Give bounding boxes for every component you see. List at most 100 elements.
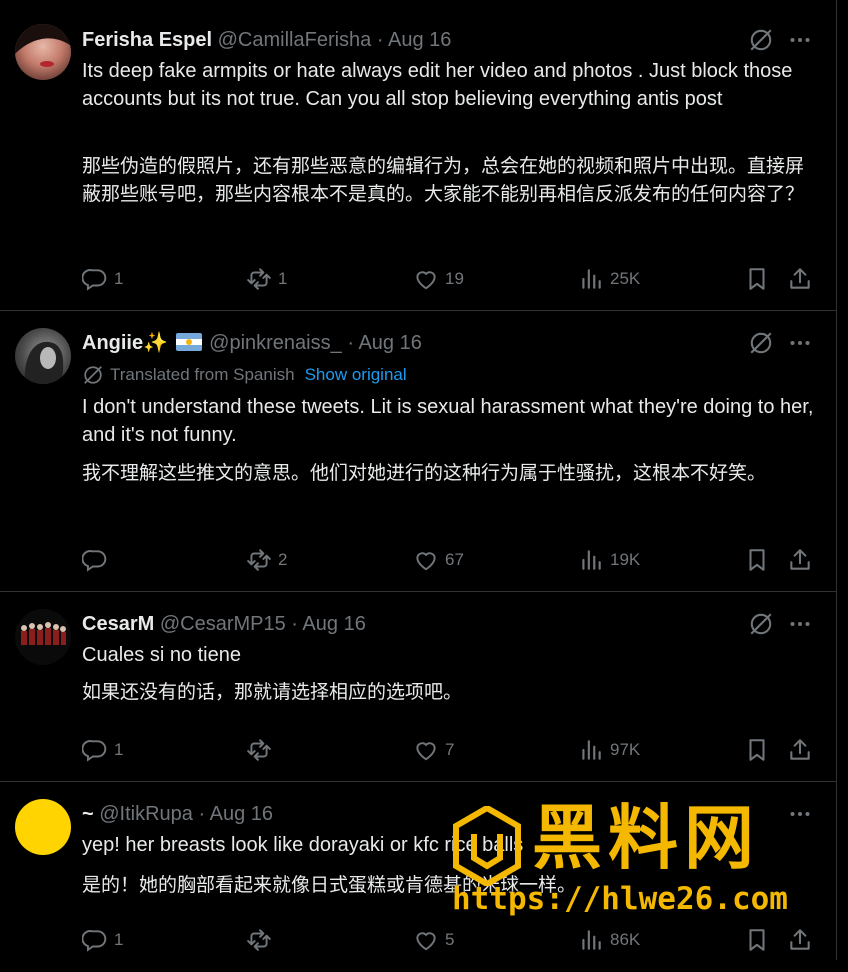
share-button[interactable] — [787, 735, 813, 765]
grok-icon[interactable] — [748, 611, 774, 637]
tweet-header: Angiie✨ @pinkrenaiss_ · Aug 16 — [82, 331, 422, 355]
show-original-link[interactable]: Show original — [305, 365, 407, 385]
reply-button[interactable]: 1 — [82, 264, 123, 294]
views-button[interactable]: 86K — [578, 925, 640, 955]
tweet-actions: 2 67 19K — [82, 545, 812, 575]
reply-icon — [82, 927, 108, 953]
display-name[interactable]: Angiie — [82, 332, 143, 354]
repost-icon — [246, 737, 272, 763]
like-button[interactable]: 19 — [413, 264, 464, 294]
user-handle[interactable]: @ItikRupa — [99, 803, 193, 825]
avatar[interactable] — [15, 24, 71, 80]
display-name[interactable]: Ferisha Espel — [82, 29, 212, 51]
grok-icon[interactable] — [748, 330, 774, 356]
tweet-actions: 1 1 19 25K — [82, 264, 812, 294]
post-date[interactable]: Aug 16 — [388, 29, 451, 51]
reply-icon — [82, 737, 108, 763]
separator-dot: · — [291, 613, 298, 635]
reply-count: 1 — [114, 930, 124, 949]
more-options-icon[interactable] — [788, 331, 812, 355]
repost-button[interactable] — [246, 925, 278, 955]
bar-chart-icon — [578, 927, 604, 953]
watermark: 黑料网 https://hlwe26.com — [452, 797, 812, 925]
separator-dot: · — [347, 332, 354, 354]
reply-button[interactable]: 1 — [82, 925, 123, 955]
repost-button[interactable]: 1 — [246, 264, 287, 294]
user-handle[interactable]: @CesarMP15 — [160, 613, 286, 635]
tweet-header: CesarM @CesarMP15 · Aug 16 — [82, 612, 366, 636]
view-count: 86K — [610, 930, 641, 949]
post-date[interactable]: Aug 16 — [358, 332, 421, 354]
repost-icon — [246, 927, 272, 953]
translated-label: Translated from Spanish — [110, 365, 295, 384]
tweet-text: I don't understand these tweets. Lit is … — [82, 396, 814, 446]
views-button[interactable]: 97K — [578, 735, 640, 765]
watermark-logo-icon — [453, 806, 521, 886]
more-options-icon[interactable] — [788, 612, 812, 636]
like-button[interactable]: 5 — [413, 925, 454, 955]
like-count: 7 — [445, 740, 455, 759]
translate-icon — [82, 364, 104, 386]
repost-button[interactable]: 2 — [246, 545, 287, 575]
bar-chart-icon — [578, 547, 604, 573]
display-name[interactable]: CesarM — [82, 613, 154, 635]
avatar[interactable] — [15, 328, 71, 384]
bookmark-icon — [744, 547, 770, 573]
share-button[interactable] — [787, 264, 813, 294]
bookmark-button[interactable] — [744, 735, 770, 765]
repost-button[interactable] — [246, 735, 278, 765]
repost-icon — [246, 266, 272, 292]
share-icon — [787, 547, 813, 573]
views-button[interactable]: 25K — [578, 264, 640, 294]
watermark-url: https://hlwe26.com — [452, 881, 788, 917]
bookmark-icon — [744, 737, 770, 763]
share-button[interactable] — [787, 545, 813, 575]
repost-count: 1 — [278, 269, 288, 288]
heart-icon — [413, 737, 439, 763]
tweet-text: Cuales si no tiene — [82, 644, 241, 666]
tweet-translation-text: 那些伪造的假照片，还有那些恶意的编辑行为，总会在她的视频和照片中出现。直接屏蔽那… — [82, 155, 805, 205]
bookmark-icon — [744, 927, 770, 953]
bookmark-icon — [744, 266, 770, 292]
like-button[interactable]: 67 — [413, 545, 464, 575]
reply-button[interactable] — [82, 545, 114, 575]
share-icon — [787, 927, 813, 953]
bar-chart-icon — [578, 266, 604, 292]
reply-count: 1 — [114, 740, 124, 759]
argentina-flag-icon — [175, 333, 202, 351]
avatar[interactable] — [15, 799, 71, 855]
like-count: 19 — [445, 269, 464, 288]
more-options-icon[interactable] — [788, 28, 812, 52]
user-handle[interactable]: @CamillaFerisha — [218, 29, 372, 51]
reply-button[interactable]: 1 — [82, 735, 123, 765]
tweet-translation-text: 如果还没有的话，那就请选择相应的选项吧。 — [82, 681, 463, 703]
sparkles-emoji: ✨ — [143, 332, 169, 354]
bookmark-button[interactable] — [744, 925, 770, 955]
share-icon — [787, 737, 813, 763]
tweet[interactable]: CesarM @CesarMP15 · Aug 16 Cuales si no … — [0, 592, 836, 782]
tweet-actions: 1 7 97K — [82, 735, 812, 765]
views-button[interactable]: 19K — [578, 545, 640, 575]
bookmark-button[interactable] — [744, 545, 770, 575]
like-count: 67 — [445, 550, 464, 569]
tweet[interactable]: Angiie✨ @pinkrenaiss_ · Aug 16 Translate… — [0, 311, 836, 592]
repost-count: 2 — [278, 550, 288, 569]
share-button[interactable] — [787, 925, 813, 955]
view-count: 97K — [610, 740, 641, 759]
post-date[interactable]: Aug 16 — [302, 613, 365, 635]
display-name[interactable]: ~ — [82, 803, 94, 825]
grok-icon[interactable] — [748, 27, 774, 53]
watermark-title: 黑料网 — [532, 797, 760, 879]
bar-chart-icon — [578, 737, 604, 763]
separator-dot: · — [198, 803, 206, 825]
avatar[interactable] — [15, 609, 71, 665]
tweet[interactable]: Ferisha Espel @CamillaFerisha · Aug 16 I… — [0, 0, 836, 311]
user-handle[interactable]: @pinkrenaiss_ — [209, 332, 342, 354]
heart-icon — [413, 927, 439, 953]
heart-icon — [413, 547, 439, 573]
reply-icon — [82, 266, 108, 292]
bookmark-button[interactable] — [744, 264, 770, 294]
tweet-text: Its deep fake armpits or hate always edi… — [82, 60, 793, 110]
like-button[interactable]: 7 — [413, 735, 454, 765]
post-date[interactable]: Aug 16 — [210, 803, 273, 825]
